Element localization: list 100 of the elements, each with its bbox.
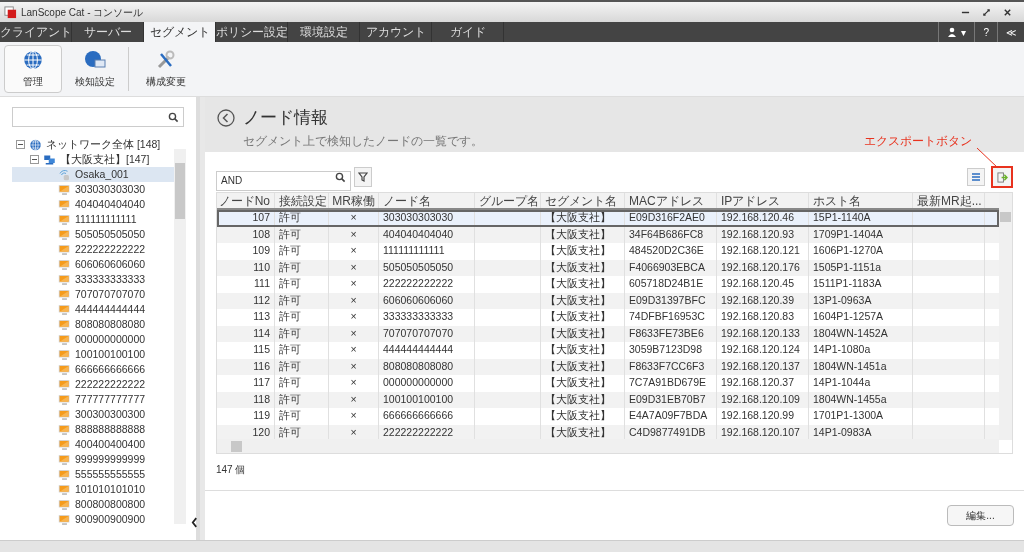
table-cell: 111111111111 (379, 243, 475, 260)
tree-item[interactable]: 111111111111 (12, 212, 174, 227)
column-header[interactable]: 最新MR起... (913, 193, 985, 208)
tree-item[interactable]: 100100100100 (12, 347, 174, 362)
tree-item[interactable]: 000000000000 (12, 332, 174, 347)
monitor-icon (58, 468, 71, 481)
tree-item[interactable]: 300300300300 (12, 407, 174, 422)
tree-item[interactable]: 999999999999 (12, 452, 174, 467)
table-cell: 119 (217, 408, 275, 425)
table-cell: 222222222222 (379, 276, 475, 293)
column-header[interactable]: IPアドレス (717, 193, 809, 208)
column-header[interactable]: グループ名 (475, 193, 541, 208)
network-icon (43, 153, 56, 166)
collapse-toggle-icon[interactable] (16, 140, 25, 149)
table-cell: 192.168.120.124 (717, 342, 809, 359)
table-cell: × (329, 375, 379, 392)
column-header[interactable]: ノードNo (217, 193, 275, 208)
ribbon-button[interactable]: 管理 (4, 45, 62, 93)
tree-item[interactable]: 777777777777 (12, 392, 174, 407)
column-header[interactable]: MACアドレス (625, 193, 717, 208)
tree-item[interactable]: 101010101010 (12, 482, 174, 497)
table-cell: 【大阪支社】 (541, 408, 625, 425)
tree-item[interactable]: 800800800800 (12, 497, 174, 512)
column-list-button[interactable] (967, 168, 985, 186)
filter-icon (358, 172, 368, 182)
column-header[interactable]: MR稼働 (329, 193, 379, 208)
scrollbar[interactable] (217, 439, 999, 453)
table-cell: 444444444444 (379, 342, 475, 359)
tree-item[interactable]: 【大阪支社】[147] (12, 152, 174, 167)
maximize-icon[interactable] (982, 7, 991, 17)
table-row[interactable]: 107 許可 × 303030303030 【大阪支社】 E09D316F2AE0 192.168.120.46 15P1-1140A (217, 210, 999, 227)
tree-item[interactable]: 707070707070 (12, 287, 174, 302)
back-button[interactable] (217, 108, 235, 127)
monitor-icon (58, 213, 71, 226)
tree-item[interactable]: 303030303030 (12, 182, 174, 197)
close-icon[interactable] (1003, 7, 1012, 17)
table-cell: 【大阪支社】 (541, 375, 625, 392)
person-icon (947, 27, 958, 37)
table-cell: × (329, 210, 379, 227)
tab[interactable]: セグメント (144, 22, 216, 42)
search-icon[interactable] (335, 172, 346, 183)
tree-item[interactable]: Osaka_001 (12, 167, 174, 182)
tree-item[interactable]: 222222222222 (12, 377, 174, 392)
monitor-icon (58, 498, 71, 511)
monitor-icon (58, 423, 71, 436)
tree-item[interactable]: 808080808080 (12, 317, 174, 332)
tree-item[interactable]: 888888888888 (12, 422, 174, 437)
table-cell: 117 (217, 375, 275, 392)
table-cell: E09D316F2AE0 (625, 210, 717, 227)
column-header[interactable]: ホスト名 (809, 193, 913, 208)
export-icon (996, 171, 1008, 183)
table-cell: 【大阪支社】 (541, 210, 625, 227)
monitor-icon (58, 228, 71, 241)
column-header[interactable]: ノード名 (379, 193, 475, 208)
ribbon-button[interactable]: 検知設定 (66, 45, 124, 93)
tree-item[interactable]: 404040404040 (12, 197, 174, 212)
globe-monitor-icon (84, 49, 106, 70)
tree-item[interactable]: ネットワーク全体 [148] (12, 137, 174, 152)
tree-item[interactable]: 900900900900 (12, 512, 174, 527)
monitor-icon (58, 303, 71, 316)
table-cell: 許可 (275, 375, 329, 392)
table-cell: 115 (217, 342, 275, 359)
scrollbar[interactable] (999, 193, 1012, 440)
monitor-icon (58, 438, 71, 451)
filter-field[interactable]: AND (216, 170, 351, 191)
item-count: 147 個 (216, 463, 246, 477)
tree-item[interactable]: 400400400400 (12, 437, 174, 452)
edit-button[interactable]: 編集... (947, 505, 1014, 526)
table-cell: 111 (217, 276, 275, 293)
table-cell: 113 (217, 309, 275, 326)
table-cell: 許可 (275, 342, 329, 359)
monitor-icon (58, 243, 71, 256)
export-button[interactable] (991, 166, 1013, 188)
collapse-toggle-icon[interactable] (30, 155, 39, 164)
search-field[interactable] (12, 107, 184, 127)
table-cell: 000000000000 (379, 375, 475, 392)
tree-item[interactable]: 666666666666 (12, 362, 174, 377)
tools-icon (156, 49, 176, 70)
page-subtitle: セグメント上で検知したノードの一覧です。 (243, 132, 483, 150)
monitor-icon (58, 318, 71, 331)
table-cell: 許可 (275, 243, 329, 260)
tree-item[interactable]: 606060606060 (12, 257, 174, 272)
collapse-panel-icon[interactable] (191, 517, 198, 528)
tree-item[interactable]: 333333333333 (12, 272, 174, 287)
table-cell: 1511P1-1183A (809, 276, 913, 293)
column-header[interactable]: 接続設定 (275, 193, 329, 208)
table-cell: 【大阪支社】 (541, 276, 625, 293)
table-cell: 192.168.120.99 (717, 408, 809, 425)
page-title: ノード情報 (243, 107, 328, 129)
ribbon-button[interactable]: 構成変更 (137, 45, 195, 93)
tree-item[interactable]: 505050505050 (12, 227, 174, 242)
filter-button[interactable] (354, 167, 372, 187)
tree-item[interactable]: 555555555555 (12, 467, 174, 482)
tree-item[interactable]: 222222222222 (12, 242, 174, 257)
column-header[interactable]: セグメント名 (541, 193, 625, 208)
tree-item[interactable]: 444444444444 (12, 302, 174, 317)
search-icon[interactable] (168, 112, 179, 123)
scrollbar[interactable] (174, 149, 186, 524)
table-cell: 【大阪支社】 (541, 243, 625, 260)
table-cell: 1701P1-1300A (809, 408, 913, 425)
